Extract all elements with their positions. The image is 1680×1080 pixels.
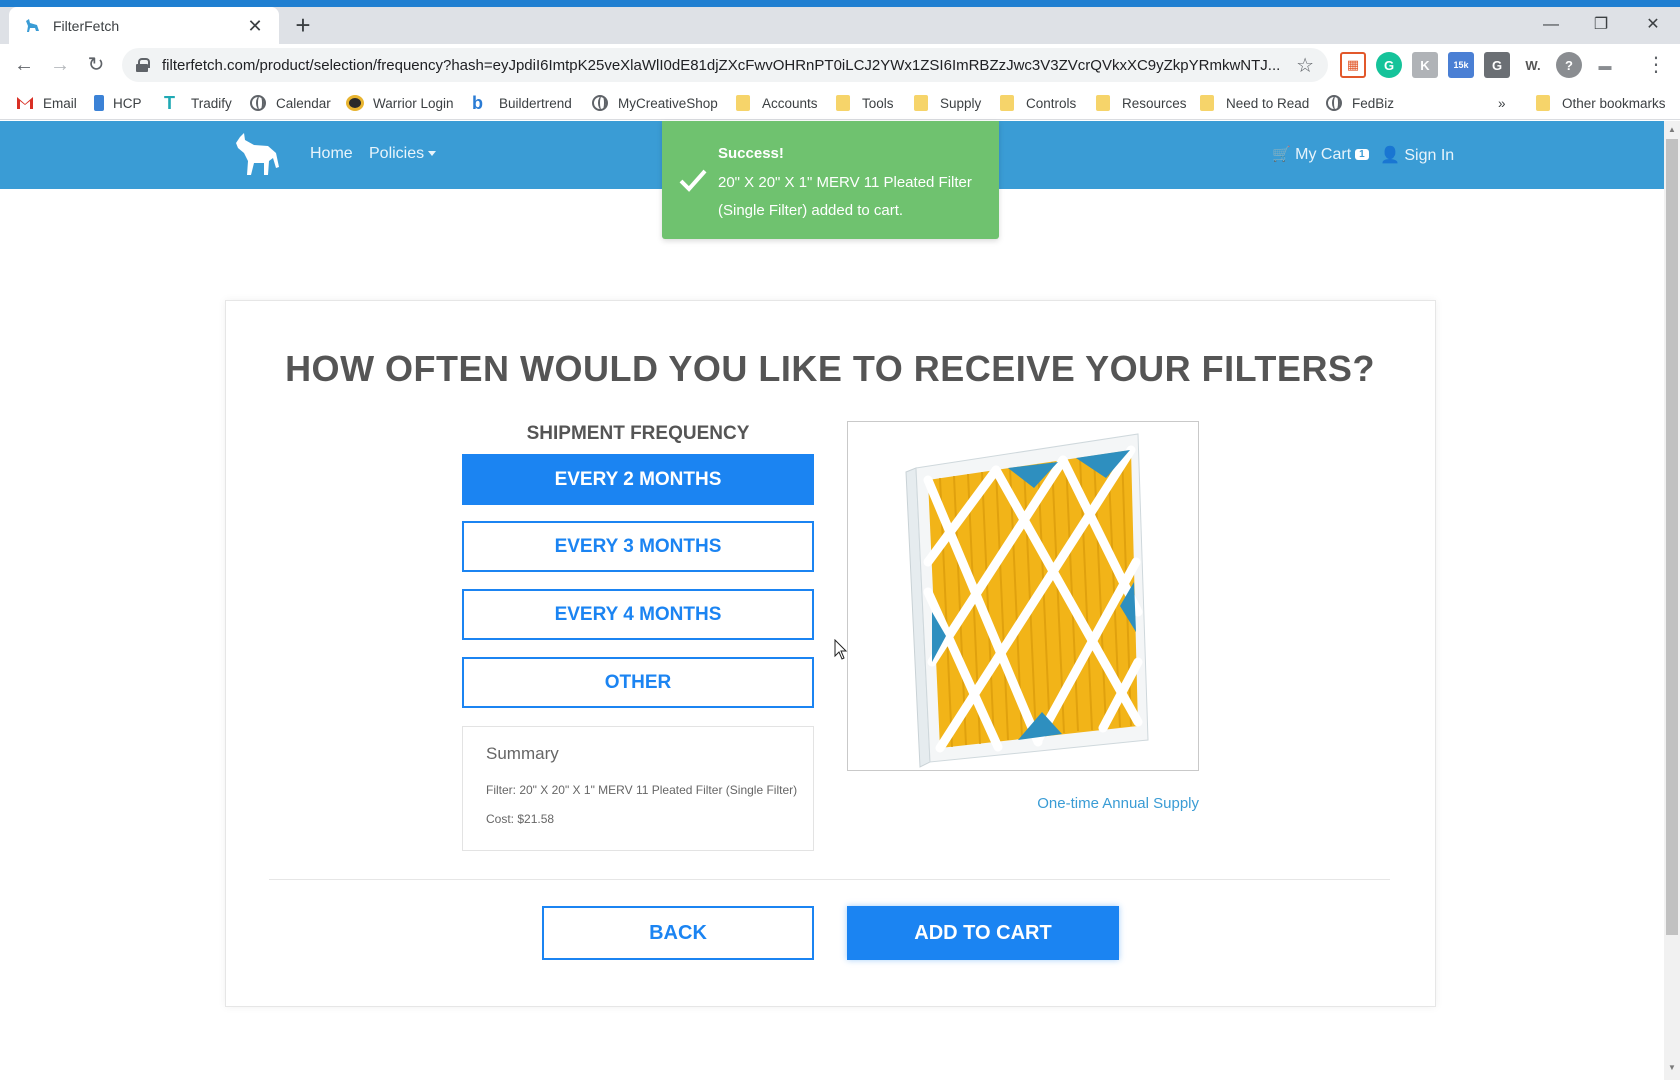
- summary-title: Summary: [486, 744, 559, 763]
- extension-k-icon[interactable]: K: [1412, 52, 1438, 78]
- browser-toolbar: ← → ↻ filterfetch.com/product/selection/…: [0, 44, 1680, 86]
- back-arrow-icon[interactable]: ←: [10, 51, 38, 79]
- scrollbar-thumb[interactable]: [1666, 139, 1678, 935]
- product-image-frame: [847, 421, 1199, 771]
- new-tab-button[interactable]: +: [290, 12, 316, 39]
- restore-button[interactable]: ❐: [1578, 11, 1624, 39]
- active-tab[interactable]: FilterFetch ✕: [9, 7, 279, 44]
- tab-title: FilterFetch: [53, 17, 120, 34]
- shipment-frequency-label: SHIPMENT FREQUENCY: [526, 423, 750, 444]
- bookmark-resources[interactable]: Resources: [1096, 92, 1187, 114]
- folder-icon: [836, 95, 850, 111]
- extension-icons: ▦ G K 15k G W. ? ▬: [1340, 52, 1618, 78]
- globe-icon: [250, 95, 266, 111]
- bookmark-mycreativeshop[interactable]: MyCreativeShop: [592, 92, 718, 114]
- globe-icon: [1326, 95, 1342, 111]
- frequency-other-button[interactable]: OTHER: [462, 657, 814, 708]
- frequency-every-2-months-button[interactable]: EVERY 2 MONTHS: [462, 454, 814, 505]
- page-scrollbar[interactable]: ▲ ▼: [1664, 121, 1680, 1080]
- tab-close-icon[interactable]: ✕: [245, 16, 265, 36]
- folder-icon: [1096, 95, 1110, 111]
- globe-icon: [592, 95, 608, 111]
- close-window-button[interactable]: ✕: [1630, 11, 1676, 39]
- scroll-up-arrow-icon[interactable]: ▲: [1667, 125, 1677, 134]
- section-divider: [269, 879, 1390, 880]
- chevron-down-icon: [428, 151, 437, 157]
- my-cart-link[interactable]: 🛒 My Cart 1: [1272, 145, 1369, 164]
- order-summary: Summary Filter: 20" X 20" X 1" MERV 11 P…: [462, 726, 814, 851]
- mouse-cursor-icon: [834, 639, 848, 660]
- browser-menu-icon[interactable]: ⋮: [1646, 52, 1666, 77]
- scroll-down-arrow-icon[interactable]: ▼: [1667, 1063, 1677, 1072]
- toast-title: Success!: [718, 145, 784, 162]
- extension-g-icon[interactable]: G: [1484, 52, 1510, 78]
- bookmark-email[interactable]: Email: [16, 92, 77, 114]
- address-bar[interactable]: filterfetch.com/product/selection/freque…: [122, 48, 1328, 82]
- tradify-icon: T: [164, 93, 175, 113]
- extension-15k-icon[interactable]: 15k: [1448, 52, 1474, 78]
- gmail-icon: [17, 97, 33, 109]
- cart-icon: 🛒: [1272, 146, 1291, 163]
- nav-policies-dropdown[interactable]: Policies: [369, 145, 437, 163]
- tab-bar: FilterFetch ✕ + — ❐ ✕: [0, 7, 1680, 44]
- success-toast[interactable]: Success! 20" X 20" X 1" MERV 11 Pleated …: [662, 121, 999, 239]
- bookmark-accounts[interactable]: Accounts: [736, 92, 818, 114]
- bookmark-hcp[interactable]: HCP: [94, 92, 142, 114]
- folder-icon: [736, 95, 750, 111]
- lock-icon[interactable]: [136, 58, 150, 72]
- extension-grid-icon[interactable]: ▦: [1340, 52, 1366, 78]
- bookmark-tradify[interactable]: T Tradify: [164, 92, 232, 114]
- user-icon: 👤: [1380, 147, 1400, 164]
- bookmarks-bar: Email HCP T Tradify Calendar Warrior Log…: [0, 86, 1680, 120]
- bookmark-buildertrend[interactable]: b Buildertrend: [472, 92, 572, 114]
- sign-in-link[interactable]: 👤 Sign In: [1380, 145, 1454, 165]
- extension-w-icon[interactable]: W.: [1520, 52, 1546, 78]
- page-heading: HOW OFTEN WOULD YOU LIKE TO RECEIVE YOUR…: [285, 348, 1375, 389]
- bookmark-need-to-read[interactable]: Need to Read: [1200, 92, 1309, 114]
- cart-count-badge: 1: [1355, 149, 1369, 161]
- toast-message: 20" X 20" X 1" MERV 11 Pleated Filter (S…: [718, 174, 972, 219]
- bookmark-star-icon[interactable]: ☆: [1296, 53, 1314, 78]
- frequency-card: [225, 300, 1436, 1007]
- extension-puzzle-icon[interactable]: ▬: [1592, 52, 1618, 78]
- filterfetch-dog-logo-icon[interactable]: [232, 131, 282, 181]
- minimize-button[interactable]: —: [1528, 11, 1574, 39]
- frequency-every-4-months-button[interactable]: EVERY 4 MONTHS: [462, 589, 814, 640]
- filterfetch-favicon-icon: [26, 18, 39, 32]
- folder-icon: [1000, 95, 1014, 111]
- forward-arrow-icon[interactable]: →: [46, 51, 74, 79]
- bookmark-tools[interactable]: Tools: [836, 92, 894, 114]
- hcp-icon: [94, 95, 104, 111]
- pleated-filter-image: [905, 433, 1149, 768]
- bookmark-warrior-login[interactable]: Warrior Login: [346, 92, 454, 114]
- reload-icon[interactable]: ↻: [82, 51, 110, 79]
- extension-badge-icon[interactable]: ?: [1556, 52, 1582, 78]
- window-top-strip: [0, 0, 1680, 7]
- grammarly-icon[interactable]: G: [1376, 52, 1402, 78]
- url-text[interactable]: filterfetch.com/product/selection/freque…: [162, 57, 1286, 74]
- folder-icon: [1536, 95, 1550, 111]
- other-bookmarks[interactable]: Other bookmarks: [1536, 92, 1666, 114]
- buildertrend-icon: b: [472, 93, 483, 113]
- frequency-every-3-months-button[interactable]: EVERY 3 MONTHS: [462, 521, 814, 572]
- bookmark-calendar[interactable]: Calendar: [250, 92, 331, 114]
- bookmark-controls[interactable]: Controls: [1000, 92, 1076, 114]
- bookmarks-overflow-chevron[interactable]: »: [1498, 92, 1506, 114]
- checkmark-icon: [679, 169, 707, 192]
- summary-filter: Filter: 20" X 20" X 1" MERV 11 Pleated F…: [486, 783, 798, 797]
- nav-home-link[interactable]: Home: [310, 145, 353, 163]
- warrior-icon: [346, 95, 364, 111]
- bookmark-supply[interactable]: Supply: [914, 92, 981, 114]
- bookmark-fedbiz[interactable]: FedBiz: [1326, 92, 1394, 114]
- folder-icon: [1200, 95, 1214, 111]
- back-button[interactable]: BACK: [542, 906, 814, 960]
- folder-icon: [914, 95, 928, 111]
- add-to-cart-button[interactable]: ADD TO CART: [847, 906, 1119, 960]
- one-time-annual-supply-link[interactable]: One-time Annual Supply: [1000, 795, 1199, 812]
- summary-cost: Cost: $21.58: [486, 812, 555, 826]
